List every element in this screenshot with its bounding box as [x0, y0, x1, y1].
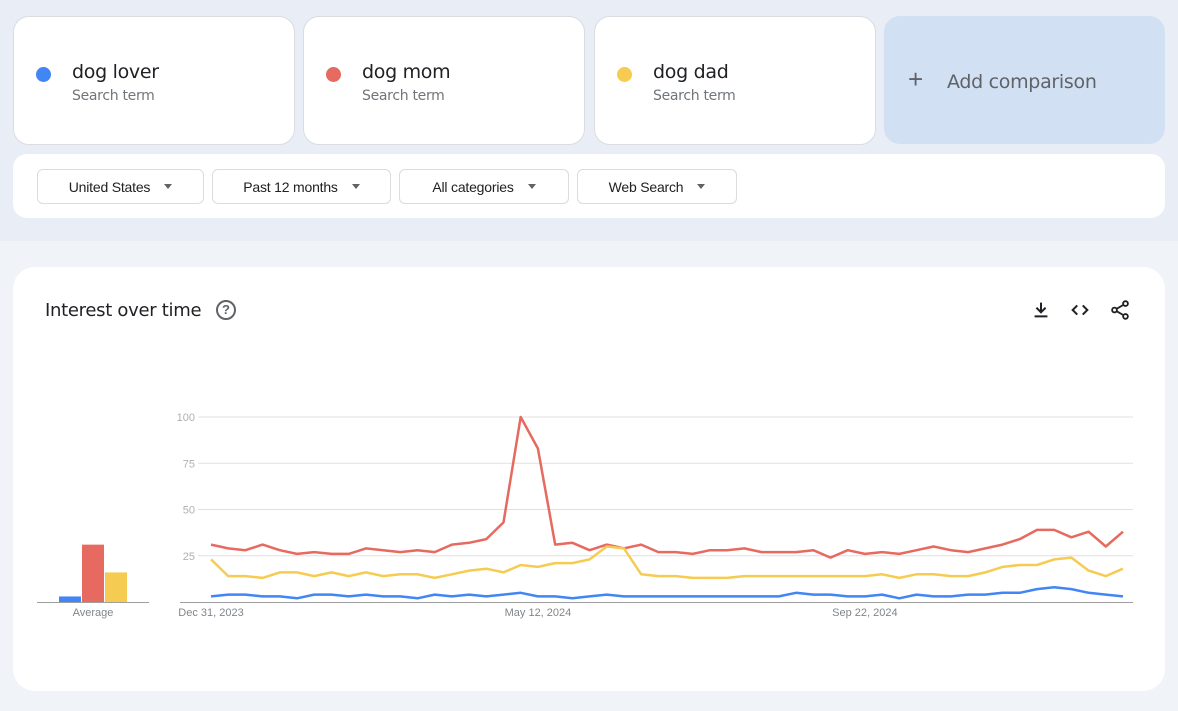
interest-over-time-card: Interest over time ? 25 50 75 100 Dec 31, 20…	[13, 267, 1165, 691]
term-type: Search term	[362, 88, 445, 104]
term-type: Search term	[653, 88, 736, 104]
term-type: Search term	[72, 88, 155, 104]
average-bar-dog-lover	[59, 596, 81, 602]
add-comparison-label: Add comparison	[947, 71, 1097, 93]
term-card-dog-lover[interactable]: dog lover Search term	[13, 16, 295, 145]
region-dropdown[interactable]: United States	[37, 169, 204, 204]
category-label: All categories	[432, 178, 514, 195]
search-type-label: Web Search	[608, 178, 684, 195]
y-tick-label: 100	[177, 412, 195, 424]
caret-down-icon	[527, 184, 536, 189]
caret-down-icon	[697, 184, 706, 189]
time-range-dropdown[interactable]: Past 12 months	[212, 169, 391, 204]
region-label: United States	[68, 178, 151, 195]
term-name[interactable]: dog dad	[653, 61, 729, 83]
term-name[interactable]: dog lover	[72, 61, 159, 83]
series-line-dog-mom	[210, 415, 1124, 559]
color-dot-icon	[36, 67, 51, 82]
y-tick-label: 75	[183, 458, 195, 470]
x-tick-label: May 12, 2024	[505, 607, 572, 619]
y-tick-label: 50	[183, 505, 195, 517]
caret-down-icon	[164, 184, 173, 189]
average-bar-dog-mom	[82, 544, 104, 602]
x-tick-label: Dec 31, 2023	[178, 607, 243, 619]
average-label: Average	[73, 607, 114, 619]
add-comparison-button[interactable]: + Add comparison	[884, 16, 1165, 144]
term-name[interactable]: dog mom	[362, 61, 451, 83]
term-card-dog-mom[interactable]: dog mom Search term	[303, 16, 585, 145]
color-dot-icon	[326, 67, 341, 82]
series-line-dog-lover	[210, 585, 1124, 600]
color-dot-icon	[617, 67, 632, 82]
category-dropdown[interactable]: All categories	[399, 169, 569, 204]
caret-down-icon	[351, 184, 360, 189]
plus-icon: +	[908, 64, 924, 94]
y-tick-label: 25	[183, 551, 195, 563]
filter-bar: United States Past 12 months All categor…	[13, 154, 1165, 218]
search-type-dropdown[interactable]: Web Search	[577, 169, 737, 204]
x-tick-label: Sep 22, 2024	[832, 607, 897, 619]
term-card-dog-dad[interactable]: dog dad Search term	[594, 16, 876, 145]
time-range-label: Past 12 months	[243, 178, 338, 195]
average-bar-dog-dad	[105, 572, 127, 602]
interest-chart: 25 50 75 100 Dec 31, 2023 May 12, 2024 Sep 22,…	[37, 412, 1133, 619]
